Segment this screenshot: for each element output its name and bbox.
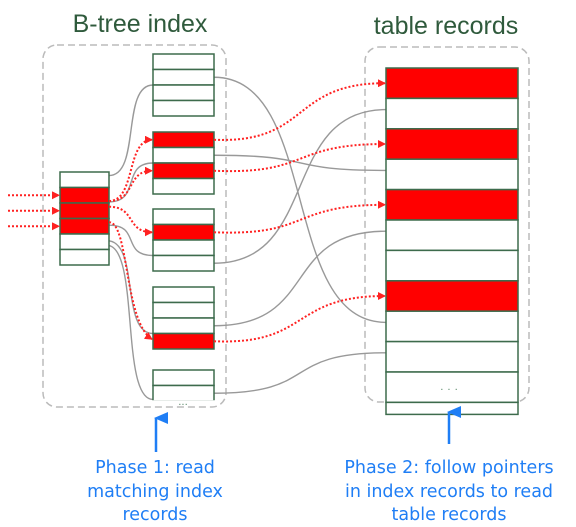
index-leaf-nodes	[152, 53, 215, 405]
btree-diagram: B-tree index table records ... ... Phase…	[8, 10, 554, 525]
table-record-partial	[385, 401, 519, 416]
root-entry-matching	[59, 186, 110, 204]
index-to-table-matching-arrow	[213, 79, 386, 141]
index-record	[152, 239, 215, 257]
phase1-line1: Phase 1: read	[95, 458, 215, 478]
table-ellipsis: ...	[440, 382, 462, 393]
phase1-line3: records	[122, 505, 187, 525]
table-record-matching	[385, 280, 519, 312]
index-ellipsis: ...	[178, 397, 188, 408]
table-record-matching	[385, 188, 519, 221]
leaf-node-0	[152, 53, 215, 117]
phase1-line2: matching index	[87, 482, 223, 502]
pointer-lines	[106, 76, 387, 401]
index-record	[152, 286, 215, 304]
table-title: table records	[374, 12, 519, 40]
root-to-leaf-line	[108, 84, 154, 177]
root-to-leaf-arrow	[108, 135, 153, 202]
index-record	[152, 208, 215, 226]
root-entry-matching	[59, 202, 110, 220]
root-to-leaf-line	[108, 162, 154, 203]
table-record-matching	[385, 67, 519, 100]
index-record-matching	[152, 162, 215, 180]
table-record	[385, 249, 519, 282]
leaf-node-2	[152, 208, 215, 272]
index-to-table-pointer	[213, 154, 387, 172]
index-record	[152, 254, 215, 272]
index-root-node	[59, 171, 110, 266]
table-record	[385, 97, 519, 130]
leaf-node-3	[152, 286, 215, 350]
root-entry	[59, 233, 110, 251]
index-to-table-matching-arrow	[213, 140, 386, 173]
index-record	[152, 301, 215, 319]
index-record	[152, 84, 215, 102]
root-to-leaf-line	[106, 244, 154, 401]
phase2-line2: in index records to read	[345, 482, 553, 502]
index-record	[152, 177, 215, 195]
index-to-table-pointer	[213, 108, 387, 264]
index-record	[152, 317, 215, 335]
index-title: B-tree index	[73, 10, 208, 38]
index-record	[152, 53, 215, 71]
index-to-table-matching-arrow	[213, 200, 386, 234]
root-entry-matching	[59, 217, 110, 235]
index-record	[152, 146, 215, 164]
phase2-line3: table records	[392, 505, 507, 525]
table-record	[385, 158, 519, 191]
leaf-node-1	[152, 131, 215, 195]
phase2-line1: Phase 2: follow pointers	[344, 458, 553, 478]
table-record-matching	[385, 128, 519, 160]
index-record	[152, 99, 215, 117]
index-record	[152, 68, 215, 86]
index-record-matching	[152, 332, 215, 350]
index-to-table-matching-arrow	[213, 292, 386, 343]
root-entry	[59, 248, 110, 266]
index-to-table-pointer	[213, 230, 387, 327]
index-record-matching	[152, 223, 215, 241]
table-record	[385, 340, 519, 373]
root-entry	[59, 171, 110, 189]
root-to-leaf-arrow	[108, 166, 153, 202]
table-record	[385, 310, 519, 343]
table-record	[385, 219, 519, 252]
table-records	[385, 67, 519, 416]
index-to-table-pointer	[213, 352, 387, 394]
index-record-matching	[152, 131, 215, 149]
index-record	[152, 369, 215, 387]
